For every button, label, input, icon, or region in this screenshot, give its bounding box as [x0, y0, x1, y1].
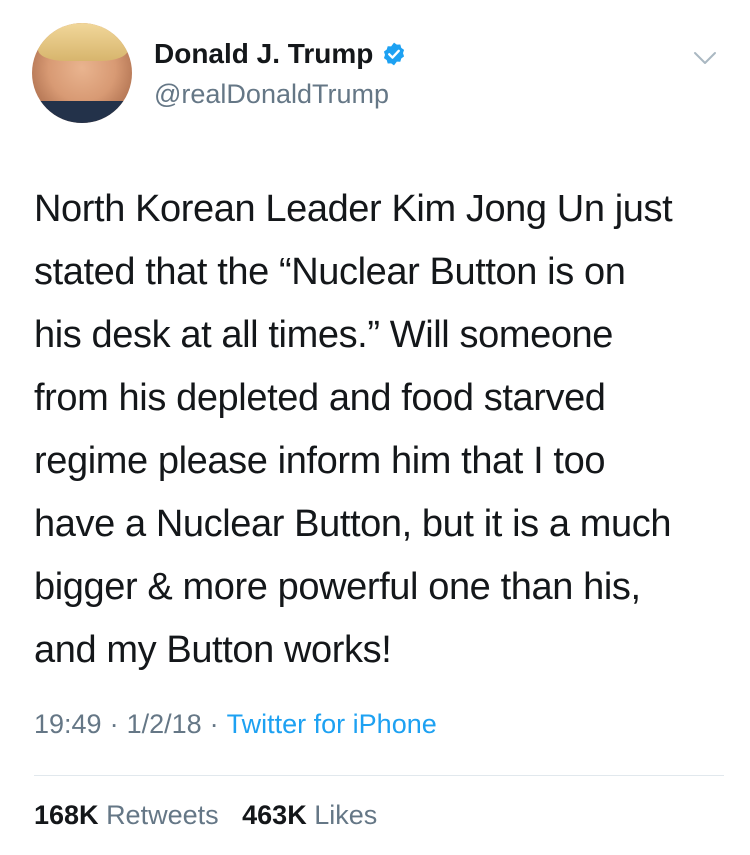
meta-separator: · [209, 709, 219, 739]
tweet-card: Donald J. Trump @realDonaldTrump North K… [0, 0, 750, 855]
retweets-stat[interactable]: 168K Retweets [34, 800, 219, 830]
chevron-down-icon[interactable] [693, 50, 717, 66]
display-name[interactable]: Donald J. Trump [154, 38, 373, 70]
tweet-source-link[interactable]: Twitter for iPhone [227, 709, 437, 739]
meta-separator: · [109, 709, 119, 739]
tweet-time: 19:49 [34, 709, 102, 739]
verified-badge-icon [384, 42, 405, 66]
tweet-meta: 19:49 · 1/2/18 · Twitter for iPhone [34, 709, 437, 740]
tweet-text: North Korean Leader Kim Jong Un just sta… [34, 188, 673, 671]
retweets-count: 168K [34, 800, 99, 830]
tweet-date[interactable]: 1/2/18 [127, 709, 202, 739]
avatar[interactable] [32, 23, 132, 123]
author-name-row: Donald J. Trump [154, 38, 407, 70]
tweet-stats: 168K Retweets 463K Likes [34, 800, 393, 831]
retweets-label: Retweets [106, 800, 219, 830]
likes-count: 463K [242, 800, 307, 830]
avatar-hair [38, 23, 128, 61]
divider [34, 775, 724, 776]
author-handle[interactable]: @realDonaldTrump [154, 79, 389, 110]
avatar-shirt [32, 101, 132, 123]
likes-label: Likes [314, 800, 378, 830]
likes-stat[interactable]: 463K Likes [242, 800, 377, 830]
